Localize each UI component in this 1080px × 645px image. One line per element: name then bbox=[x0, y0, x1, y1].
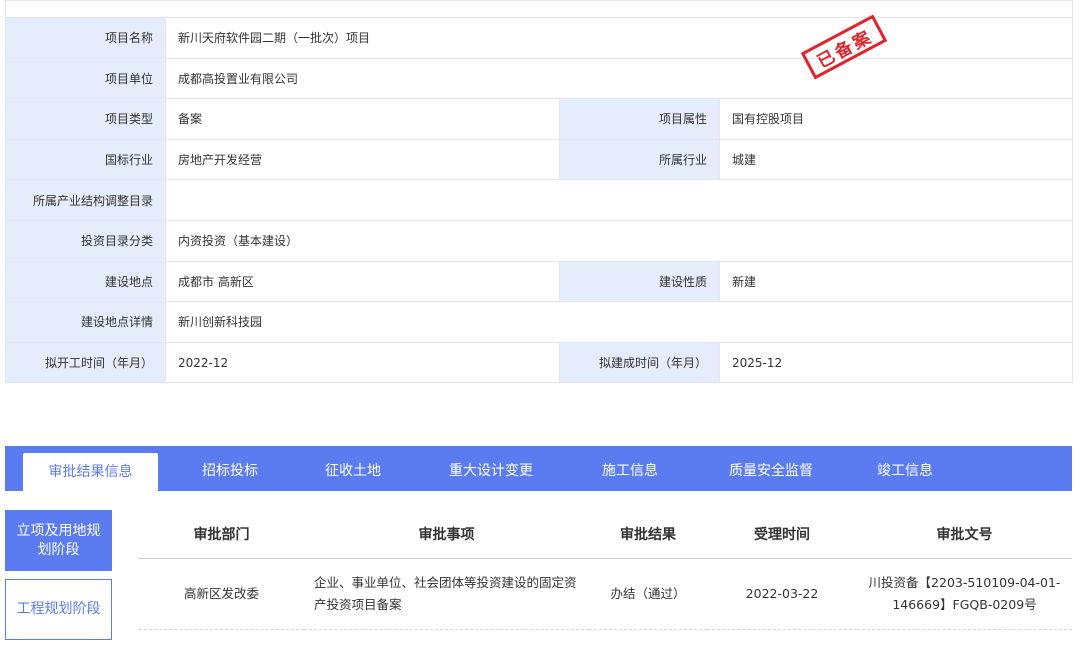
approval-results-table: 审批部门 审批事项 审批结果 受理时间 审批文号 高新区发改委 企业、事业单位、… bbox=[139, 510, 1072, 630]
info-label: 建设性质 bbox=[559, 260, 720, 303]
info-value: 备案 bbox=[165, 98, 560, 140]
tab-approval-results[interactable]: 审批结果信息 bbox=[23, 453, 158, 491]
tab-bar: 审批结果信息 招标投标 征收土地 重大设计变更 施工信息 质量安全监督 竣工信息 bbox=[5, 446, 1072, 491]
info-row: 投资目录分类 内资投资（基本建设） bbox=[5, 219, 1073, 262]
project-info-table: 项目名称 新川天府软件园二期（一批次）项目 项目单位 成都高投置业有限公司 项目… bbox=[5, 0, 1073, 384]
column-header: 审批文号 bbox=[857, 510, 1072, 559]
column-header: 审批事项 bbox=[304, 510, 589, 559]
info-label: 所属产业结构调整目录 bbox=[5, 179, 166, 221]
info-row: 建设地点 成都市 高新区 建设性质 新建 bbox=[5, 260, 1073, 303]
info-label: 拟开工时间（年月） bbox=[5, 341, 166, 384]
info-label: 所属行业 bbox=[559, 138, 720, 181]
info-value: 2025-12 bbox=[719, 341, 1073, 384]
tab-completion[interactable]: 竣工信息 bbox=[855, 446, 955, 491]
info-value: 新建 bbox=[719, 260, 1073, 303]
tab-design-change[interactable]: 重大设计变更 bbox=[425, 446, 557, 491]
info-row: 国标行业 房地产开发经营 所属行业 城建 bbox=[5, 138, 1073, 181]
tab-bidding[interactable]: 招标投标 bbox=[180, 446, 280, 491]
info-label: 项目类型 bbox=[5, 98, 166, 140]
info-label: 投资目录分类 bbox=[5, 219, 166, 262]
info-label: 项目属性 bbox=[559, 98, 720, 140]
stage-project-land-planning[interactable]: 立项及用地规划阶段 bbox=[5, 510, 112, 571]
info-row: 所属产业结构调整目录 bbox=[5, 179, 1073, 221]
tab-construction[interactable]: 施工信息 bbox=[580, 446, 680, 491]
column-header: 审批结果 bbox=[589, 510, 707, 559]
info-label: 项目名称 bbox=[5, 17, 166, 59]
info-row: 建设地点详情 新川创新科技园 bbox=[5, 301, 1073, 343]
tab-land-acquisition[interactable]: 征收土地 bbox=[305, 446, 401, 491]
column-header: 受理时间 bbox=[707, 510, 857, 559]
info-label: 建设地点详情 bbox=[5, 301, 166, 343]
info-value: 新川天府软件园二期（一批次）项目 bbox=[165, 17, 1073, 59]
info-value: 国有控股项目 bbox=[719, 98, 1073, 140]
column-header: 审批部门 bbox=[139, 510, 304, 559]
info-label: 建设地点 bbox=[5, 260, 166, 303]
info-label: 拟建成时间（年月） bbox=[559, 341, 720, 384]
info-value bbox=[165, 179, 1073, 221]
cell-doc-no: 川投资备【2203-510109-04-01-146669】FGQB-0209号 bbox=[857, 558, 1072, 630]
info-value: 成都市 高新区 bbox=[165, 260, 560, 303]
info-label: 项目单位 bbox=[5, 57, 166, 100]
info-value: 成都高投置业有限公司 bbox=[165, 57, 1073, 100]
cell-date: 2022-03-22 bbox=[707, 558, 857, 630]
info-row: 拟开工时间（年月） 2022-12 拟建成时间（年月） 2025-12 bbox=[5, 341, 1073, 384]
info-value: 2022-12 bbox=[165, 341, 560, 384]
info-label: 国标行业 bbox=[5, 138, 166, 181]
info-value: 城建 bbox=[719, 138, 1073, 181]
cell-result: 办结（通过） bbox=[589, 558, 707, 630]
info-value: 内资投资（基本建设） bbox=[165, 219, 1073, 262]
table-header-row: 审批部门 审批事项 审批结果 受理时间 审批文号 bbox=[139, 510, 1072, 559]
info-row: 项目单位 成都高投置业有限公司 bbox=[5, 57, 1073, 100]
cell-item: 企业、事业单位、社会团体等投资建设的固定资产投资项目备案 bbox=[304, 558, 589, 630]
tab-quality-safety[interactable]: 质量安全监督 bbox=[707, 446, 835, 491]
info-row: 项目类型 备案 项目属性 国有控股项目 bbox=[5, 98, 1073, 140]
table-row: 高新区发改委 企业、事业单位、社会团体等投资建设的固定资产投资项目备案 办结（通… bbox=[139, 558, 1072, 630]
info-value: 新川创新科技园 bbox=[165, 301, 1073, 343]
cell-dept: 高新区发改委 bbox=[139, 558, 304, 630]
info-value: 房地产开发经营 bbox=[165, 138, 560, 181]
table-top-border bbox=[5, 0, 1073, 18]
stage-engineering-planning[interactable]: 工程规划阶段 bbox=[5, 579, 112, 640]
info-row: 项目名称 新川天府软件园二期（一批次）项目 bbox=[5, 17, 1073, 59]
